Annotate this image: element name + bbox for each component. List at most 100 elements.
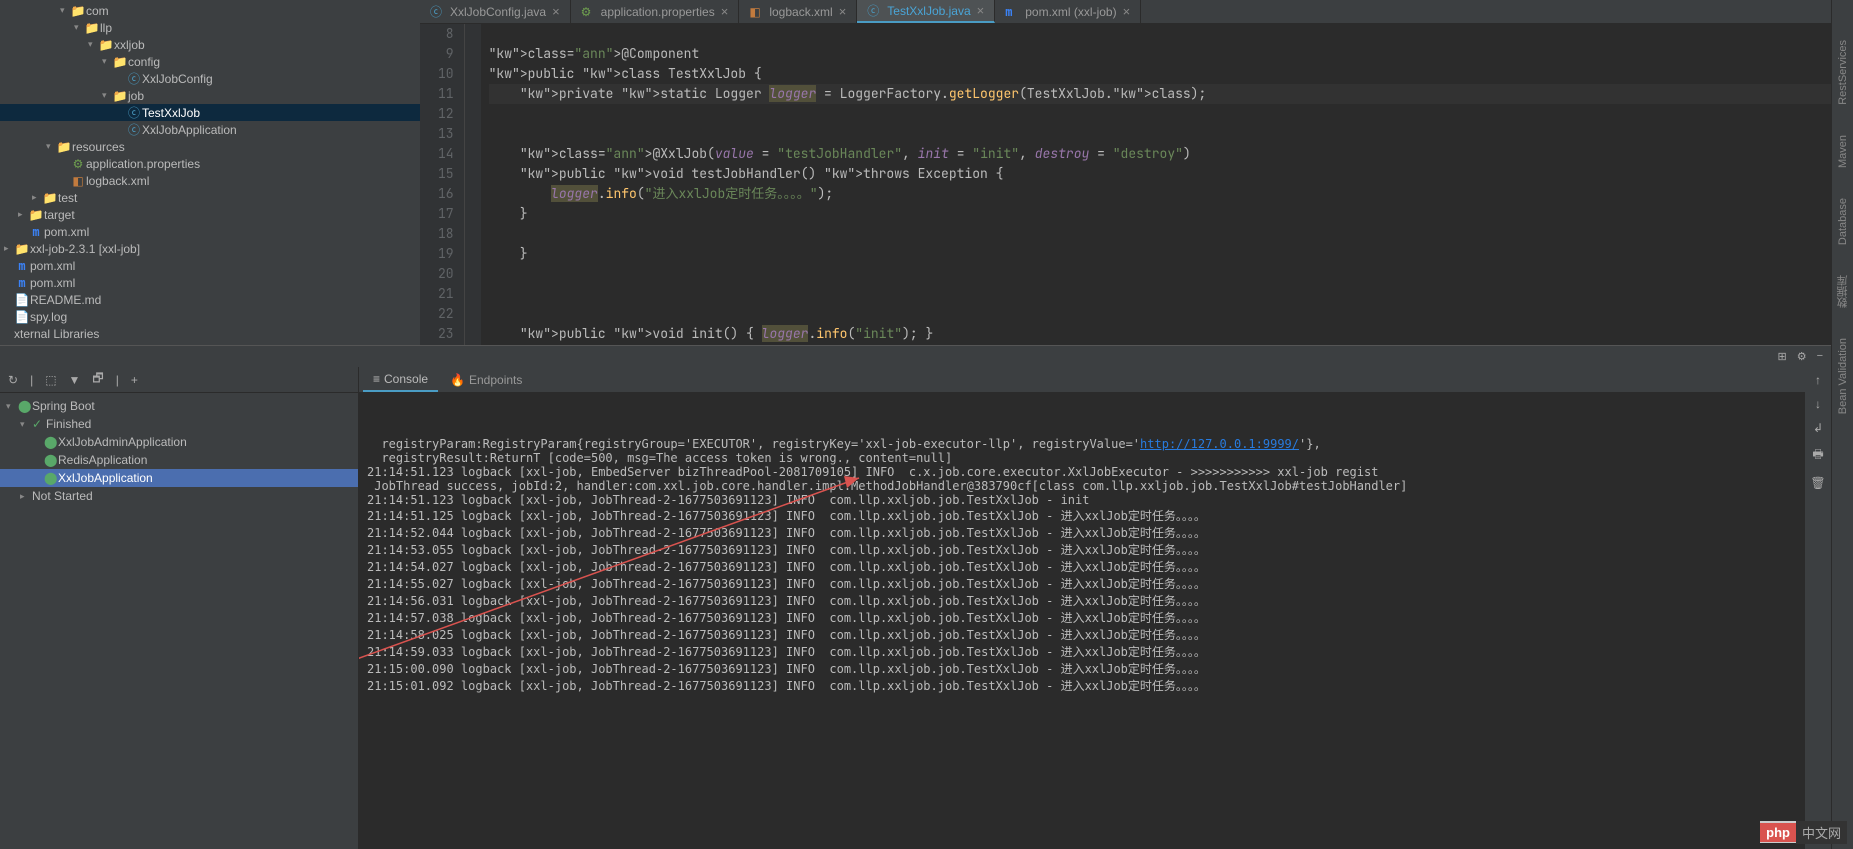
chevron-down-icon: ▾ xyxy=(6,401,18,412)
run-tree[interactable]: ▾ ⬤ Spring Boot ▾ ✓ Finished ⬤XxlJobAdmi… xyxy=(0,393,358,849)
settings-icon[interactable]: ⚙ xyxy=(1797,350,1807,363)
close-icon[interactable]: × xyxy=(1123,4,1131,19)
editor-tab[interactable]: ⚙application.properties× xyxy=(571,0,740,23)
print-icon[interactable]: 🖶 xyxy=(1812,445,1823,466)
soft-wrap-icon[interactable]: ↲ xyxy=(1813,421,1823,435)
tree-item-label: resources xyxy=(72,140,125,154)
right-sidebar-item[interactable]: RestServices xyxy=(1837,40,1849,105)
tree-item-label: pom.xml xyxy=(30,259,75,273)
tree-item-label: xternal Libraries xyxy=(14,327,99,341)
close-icon[interactable]: × xyxy=(977,3,985,18)
editor-tab[interactable]: ⓒXxlJobConfig.java× xyxy=(420,0,571,23)
console-line: 21:14:51.123 logback [xxl-job, JobThread… xyxy=(367,493,1797,507)
not-started-node[interactable]: ▸ Not Started xyxy=(0,487,358,505)
console-line: 21:14:54.027 logback [xxl-job, JobThread… xyxy=(367,558,1797,575)
code-view[interactable]: 89101112131415161718192021222324 "kw">cl… xyxy=(420,24,1831,345)
tree-item[interactable]: ▸📁target xyxy=(0,206,420,223)
scroll-up-icon[interactable]: ↑ xyxy=(1815,373,1821,387)
tree-item[interactable]: ⓒXxlJobConfig xyxy=(0,70,420,87)
tree-arrow-icon: ▸ xyxy=(32,192,42,203)
run-toolbar: ↻ | ⬚ ▼ 🗗 | + xyxy=(0,367,358,393)
tree-item[interactable]: ▾📁job xyxy=(0,87,420,104)
close-icon[interactable]: × xyxy=(839,4,847,19)
tree-item[interactable]: ▾📁resources xyxy=(0,138,420,155)
console-tab[interactable]: 🔥Endpoints xyxy=(440,369,532,391)
tree-item[interactable]: 📄README.md xyxy=(0,291,420,308)
tree-item[interactable]: 📄spy.log xyxy=(0,308,420,325)
editor-tab[interactable]: ◧ logback.xml × xyxy=(739,0,857,23)
console-line: 21:14:58.025 logback [xxl-job, JobThread… xyxy=(367,626,1797,643)
divider-icon-2: | xyxy=(116,373,119,387)
right-sidebar-item[interactable]: 数据库 xyxy=(1835,275,1851,308)
tree-item[interactable]: mpom.xml xyxy=(0,223,420,240)
tree-arrow-icon: ▾ xyxy=(102,90,112,101)
console-line: 21:14:51.125 logback [xxl-job, JobThread… xyxy=(367,507,1797,524)
tree-item[interactable]: ⚙application.properties xyxy=(0,155,420,172)
tree-item[interactable]: ▾📁xxljob xyxy=(0,36,420,53)
run-app-item[interactable]: ⬤RedisApplication xyxy=(0,451,358,469)
tree-item[interactable]: ▾📁llp xyxy=(0,19,420,36)
editor-tab[interactable]: ⓒTestXxlJob.java× xyxy=(857,0,995,23)
tree-arrow-icon: ▾ xyxy=(74,22,84,33)
console-line: 21:14:51.123 logback [xxl-job, EmbedServ… xyxy=(367,465,1797,479)
finished-node[interactable]: ▾ ✓ Finished xyxy=(0,415,358,433)
file-icon: 📄 xyxy=(14,293,30,307)
clear-icon[interactable]: 🗑 xyxy=(1810,476,1825,490)
app-label: XxlJobApplication xyxy=(58,471,153,485)
layout-icon[interactable]: ⊞ xyxy=(1777,350,1786,363)
xml-icon: ◧ xyxy=(749,5,763,19)
console-output[interactable]: registryParam:RegistryParam{registryGrou… xyxy=(359,393,1805,849)
spring-boot-node[interactable]: ▾ ⬤ Spring Boot xyxy=(0,397,358,415)
project-tree[interactable]: ▾📁com▾📁llp▾📁xxljob▾📁configⓒXxlJobConfig▾… xyxy=(0,0,420,345)
badge-p1: php xyxy=(1760,823,1796,842)
run-app-item[interactable]: ⬤XxlJobApplication xyxy=(0,469,358,487)
m-icon: m xyxy=(14,276,30,290)
run-left-panel: ↻ | ⬚ ▼ 🗗 | + ▾ ⬤ Spring Boot ▾ xyxy=(0,367,359,849)
tree-arrow-icon: ▾ xyxy=(46,141,56,152)
tree-item[interactable]: mpom.xml xyxy=(0,257,420,274)
scroll-down-icon[interactable]: ↓ xyxy=(1815,397,1821,411)
rerun-icon[interactable]: ↻ xyxy=(8,373,18,387)
tree-item[interactable]: ▾📁com xyxy=(0,2,420,19)
tree-item[interactable]: ⓒXxlJobApplication xyxy=(0,121,420,138)
tree-item[interactable]: ◧logback.xml xyxy=(0,172,420,189)
right-sidebar-item[interactable]: Maven xyxy=(1837,135,1849,168)
console-link[interactable]: http://127.0.0.1:9999/ xyxy=(1140,437,1299,451)
run-right-panel: ≡Console🔥Endpoints registryParam:Registr… xyxy=(359,367,1805,849)
console-tabs: ≡Console🔥Endpoints xyxy=(359,367,1805,393)
run-app-item[interactable]: ⬤XxlJobAdminApplication xyxy=(0,433,358,451)
tree-item[interactable]: ▾📁config xyxy=(0,53,420,70)
tree-item-label: logback.xml xyxy=(86,174,149,188)
minimize-icon[interactable]: − xyxy=(1817,350,1823,363)
right-sidebar-item[interactable]: Bean Validation xyxy=(1837,338,1849,414)
console-tab[interactable]: ≡Console xyxy=(363,368,438,392)
gutter: 89101112131415161718192021222324 xyxy=(420,24,465,345)
divider-icon: | xyxy=(30,373,33,387)
chevron-right-icon: ▸ xyxy=(20,491,32,502)
folder-icon: 📁 xyxy=(56,140,72,154)
close-icon[interactable]: × xyxy=(552,4,560,19)
tree-item[interactable]: mpom.xml xyxy=(0,274,420,291)
tree-item[interactable]: ▸📁test xyxy=(0,189,420,206)
export-icon[interactable]: 🗗 xyxy=(92,369,103,390)
app-label: XxlJobAdminApplication xyxy=(58,435,187,449)
code[interactable]: "kw">class="ann">@Component"kw">public "… xyxy=(481,24,1831,345)
tab-label: logback.xml xyxy=(769,5,832,19)
console-line: 21:14:55.027 logback [xxl-job, JobThread… xyxy=(367,575,1797,592)
app-icon: ⬤ xyxy=(44,435,58,449)
add-icon[interactable]: + xyxy=(131,373,138,387)
right-sidebar-item[interactable]: Database xyxy=(1837,198,1849,245)
close-icon[interactable]: × xyxy=(721,4,729,19)
console-right-toolbar: ↑ ↓ ↲ 🖶 🗑 xyxy=(1805,367,1831,849)
tree-item-label: job xyxy=(128,89,144,103)
tree-item[interactable]: ⓒTestXxlJob xyxy=(0,104,420,121)
tab-label: TestXxlJob.java xyxy=(887,4,970,18)
tree-item[interactable]: ▸📁xxl-job-2.3.1 [xxl-job] xyxy=(0,240,420,257)
editor-tab[interactable]: mpom.xml (xxl-job)× xyxy=(995,0,1141,23)
tree-item[interactable]: xternal Libraries xyxy=(0,325,420,342)
props-icon: ⚙ xyxy=(70,157,86,171)
folder-icon: 📁 xyxy=(84,21,100,35)
right-sidebar: RestServices Maven Database 数据库 Bean Validat… xyxy=(1831,0,1853,849)
filter-icon[interactable]: ▼ xyxy=(69,373,81,387)
tree-icon[interactable]: ⬚ xyxy=(45,373,56,387)
